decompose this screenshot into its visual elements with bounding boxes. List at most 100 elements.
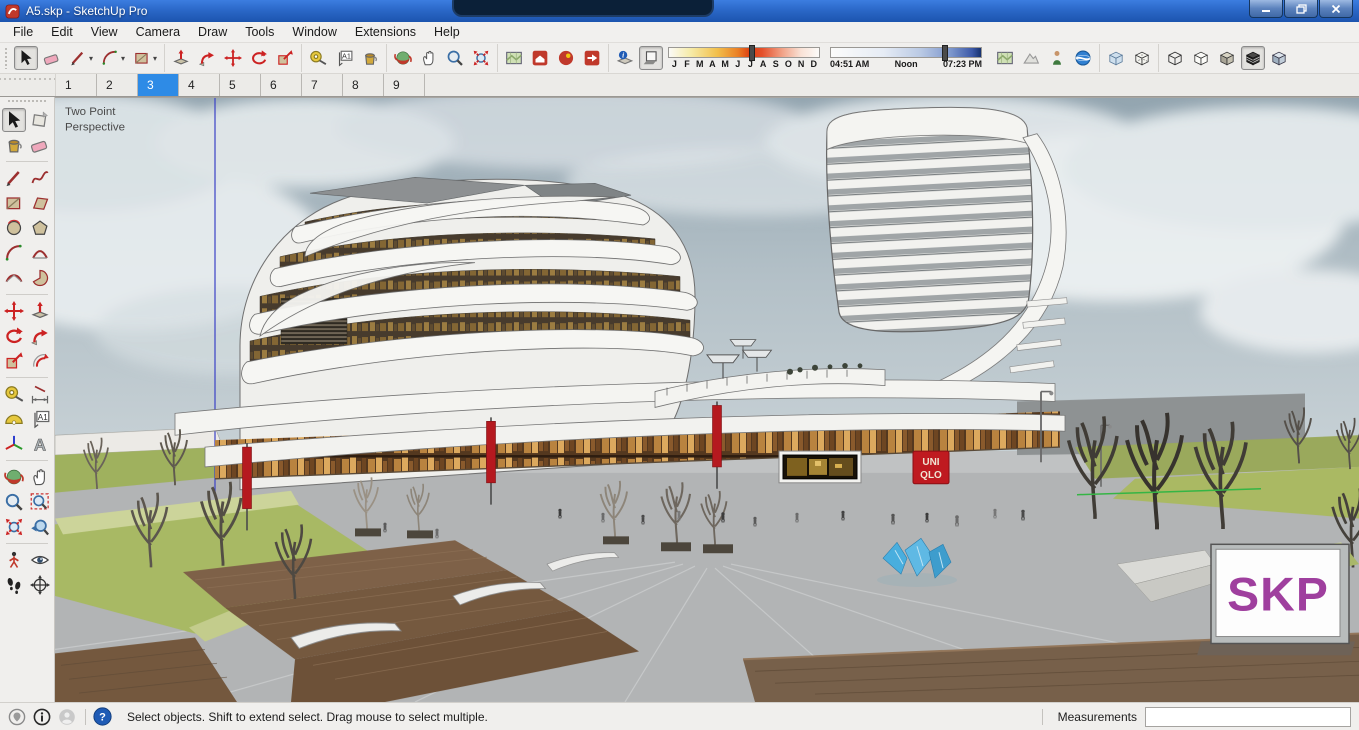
tool-rotate[interactable] xyxy=(247,46,271,70)
tool-follow-me[interactable] xyxy=(28,324,52,348)
tool-move[interactable] xyxy=(221,46,245,70)
tool-text[interactable] xyxy=(332,46,356,70)
tool-protractor[interactable] xyxy=(2,407,26,431)
menu-tools[interactable]: Tools xyxy=(236,23,283,41)
geolocation-icon[interactable] xyxy=(8,708,26,726)
shadow-settings[interactable] xyxy=(613,46,637,70)
tool-position-camera[interactable] xyxy=(2,548,26,572)
scene-tab-9[interactable]: 9 xyxy=(384,74,425,96)
tool-tape-measure[interactable] xyxy=(2,382,26,406)
menu-window[interactable]: Window xyxy=(283,23,345,41)
tool-zoom-previous[interactable] xyxy=(28,515,52,539)
scene-tab-7[interactable]: 7 xyxy=(302,74,343,96)
tool-photo-textures[interactable] xyxy=(1045,46,1069,70)
menu-draw[interactable]: Draw xyxy=(189,23,236,41)
tool-push-pull[interactable] xyxy=(28,299,52,323)
shadow-date-slider[interactable]: JFMAMJJASOND xyxy=(668,45,821,69)
scene-tab-8[interactable]: 8 xyxy=(343,74,384,96)
tool-rotated-rectangle[interactable] xyxy=(28,191,52,215)
tool-pan[interactable] xyxy=(28,465,52,489)
tool-line[interactable]: ▾ xyxy=(66,46,96,70)
menu-help[interactable]: Help xyxy=(425,23,469,41)
tool-3d-warehouse[interactable] xyxy=(528,46,552,70)
tool-arc[interactable] xyxy=(2,241,26,265)
tool-eraser[interactable] xyxy=(28,133,52,157)
tool-extension-warehouse[interactable] xyxy=(554,46,578,70)
tool-section-plane[interactable] xyxy=(28,573,52,597)
tool-three-point-arc[interactable] xyxy=(2,266,26,290)
model-info-icon[interactable] xyxy=(33,708,51,726)
tool-scale[interactable] xyxy=(2,349,26,373)
tool-zoom[interactable] xyxy=(443,46,467,70)
tool-x-ray[interactable] xyxy=(1104,46,1128,70)
tool-paint-bucket[interactable] xyxy=(2,133,26,157)
toolbar-grip[interactable] xyxy=(4,47,8,69)
tool-send-to-layout[interactable] xyxy=(580,46,604,70)
tool-pan[interactable] xyxy=(417,46,441,70)
time-slider-handle[interactable] xyxy=(942,45,949,61)
tool-make-component[interactable] xyxy=(28,108,52,132)
tool-shapes[interactable]: ▾ xyxy=(130,46,160,70)
tool-shaded[interactable] xyxy=(1215,46,1239,70)
title-bar[interactable]: A5.skp - SketchUp Pro xyxy=(0,0,1359,22)
tool-back-edges[interactable] xyxy=(1130,46,1154,70)
tool-two-point-arc[interactable] xyxy=(28,241,52,265)
close-button[interactable] xyxy=(1319,0,1353,18)
menu-edit[interactable]: Edit xyxy=(42,23,82,41)
measurements-input[interactable] xyxy=(1145,706,1351,727)
tool-move[interactable] xyxy=(2,299,26,323)
tool-select[interactable] xyxy=(14,46,38,70)
tool-polygon[interactable] xyxy=(28,216,52,240)
tool-preview-in-google-earth[interactable] xyxy=(1071,46,1095,70)
tool-shaded-with-textures[interactable] xyxy=(1241,46,1266,70)
tool-paint-bucket[interactable] xyxy=(358,46,382,70)
tool-scale[interactable] xyxy=(273,46,297,70)
tool-wireframe[interactable] xyxy=(1163,46,1187,70)
tool-zoom-window[interactable] xyxy=(28,490,52,514)
menu-camera[interactable]: Camera xyxy=(127,23,189,41)
tool-orbit[interactable] xyxy=(391,46,415,70)
tool-rotate[interactable] xyxy=(2,324,26,348)
tool-rectangle[interactable] xyxy=(2,191,26,215)
tool-monochrome[interactable] xyxy=(1267,46,1291,70)
model-scene[interactable]: UNI QLO SKP Two Point Perspective xyxy=(55,98,1359,702)
tool-zoom-extents[interactable] xyxy=(2,515,26,539)
scene-tab-3[interactable]: 3 xyxy=(138,74,179,96)
dropdown-arrow-icon[interactable]: ▾ xyxy=(121,54,125,63)
menu-view[interactable]: View xyxy=(82,23,127,41)
tool-select[interactable] xyxy=(2,108,26,132)
dropdown-arrow-icon[interactable]: ▾ xyxy=(89,54,93,63)
tool-eraser[interactable] xyxy=(40,46,64,70)
tool-orbit[interactable] xyxy=(2,465,26,489)
tool-look-around[interactable] xyxy=(28,548,52,572)
scene-tab-2[interactable]: 2 xyxy=(97,74,138,96)
help-icon[interactable]: ? xyxy=(93,707,112,726)
minimize-button[interactable] xyxy=(1249,0,1283,18)
scene-tab-6[interactable]: 6 xyxy=(261,74,302,96)
tool-3d-text[interactable] xyxy=(28,432,52,456)
tool-zoom[interactable] xyxy=(2,490,26,514)
tool-pie[interactable] xyxy=(28,266,52,290)
restore-button[interactable] xyxy=(1284,0,1318,18)
menu-file[interactable]: File xyxy=(4,23,42,41)
scene-tab-4[interactable]: 4 xyxy=(179,74,220,96)
dropdown-arrow-icon[interactable]: ▾ xyxy=(153,54,157,63)
tool-axes[interactable] xyxy=(2,432,26,456)
tool-geo-location[interactable] xyxy=(993,46,1017,70)
tool-follow-me[interactable] xyxy=(195,46,219,70)
tool-offset[interactable] xyxy=(28,349,52,373)
menu-extensions[interactable]: Extensions xyxy=(346,23,425,41)
date-slider-handle[interactable] xyxy=(748,45,755,61)
tool-line[interactable] xyxy=(2,166,26,190)
tool-freehand[interactable] xyxy=(28,166,52,190)
scene-tab-1[interactable]: 1 xyxy=(56,74,97,96)
palette-grip[interactable] xyxy=(8,100,46,105)
shadow-toggle[interactable] xyxy=(639,46,664,70)
tool-arcs[interactable]: ▾ xyxy=(98,46,128,70)
tool-toggle-terrain[interactable] xyxy=(1019,46,1043,70)
tool-add-location[interactable] xyxy=(502,46,526,70)
tool-hidden-line[interactable] xyxy=(1189,46,1213,70)
tool-tape-measure[interactable] xyxy=(306,46,330,70)
tool-zoom-extents[interactable] xyxy=(469,46,493,70)
tool-text[interactable] xyxy=(28,407,52,431)
